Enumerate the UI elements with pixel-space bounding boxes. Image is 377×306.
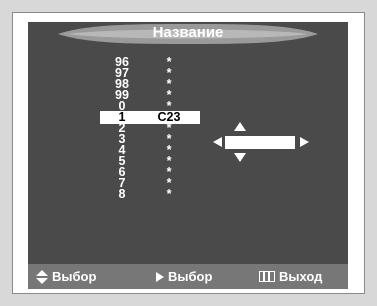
osd-menu: Название 96 * 97 * 98 * 99 * 0 * 1 C23 2 * 3 * 4 * 5 * 6 * 7 * 8… xyxy=(28,22,348,289)
left-arrow-icon[interactable] xyxy=(213,137,222,147)
channel-row[interactable]: 98 * xyxy=(28,78,348,91)
select-hint: Выбор xyxy=(156,269,212,284)
channel-row[interactable]: 6 * xyxy=(28,166,348,179)
down-arrow-icon[interactable] xyxy=(234,153,246,162)
exit-hint: Выход xyxy=(259,269,322,284)
channel-name: * xyxy=(166,187,172,201)
name-editor xyxy=(211,118,321,168)
up-down-arrows-icon xyxy=(36,269,48,284)
channel-row[interactable]: 7 * xyxy=(28,177,348,190)
channel-row[interactable]: 8 * xyxy=(28,187,348,201)
up-arrow-icon[interactable] xyxy=(234,122,246,131)
name-edit-field[interactable] xyxy=(225,136,295,149)
page-title: Название xyxy=(152,24,224,41)
title-bar: Название xyxy=(28,22,348,46)
play-right-icon xyxy=(156,271,164,283)
menu-exit-icon xyxy=(259,271,275,282)
channel-row[interactable]: 96 * xyxy=(28,56,348,69)
select-label: Выбор xyxy=(168,269,213,284)
footer-hints: Выбор Выбор Выход xyxy=(28,264,348,289)
exit-label: Выход xyxy=(279,269,323,284)
channel-row[interactable]: 99 * xyxy=(28,89,348,102)
move-hint: Выбор xyxy=(36,269,96,284)
channel-row[interactable]: 97 * xyxy=(28,67,348,80)
move-label: Выбор xyxy=(52,269,97,284)
right-arrow-icon[interactable] xyxy=(300,137,309,147)
channel-number: 8 xyxy=(118,187,126,201)
